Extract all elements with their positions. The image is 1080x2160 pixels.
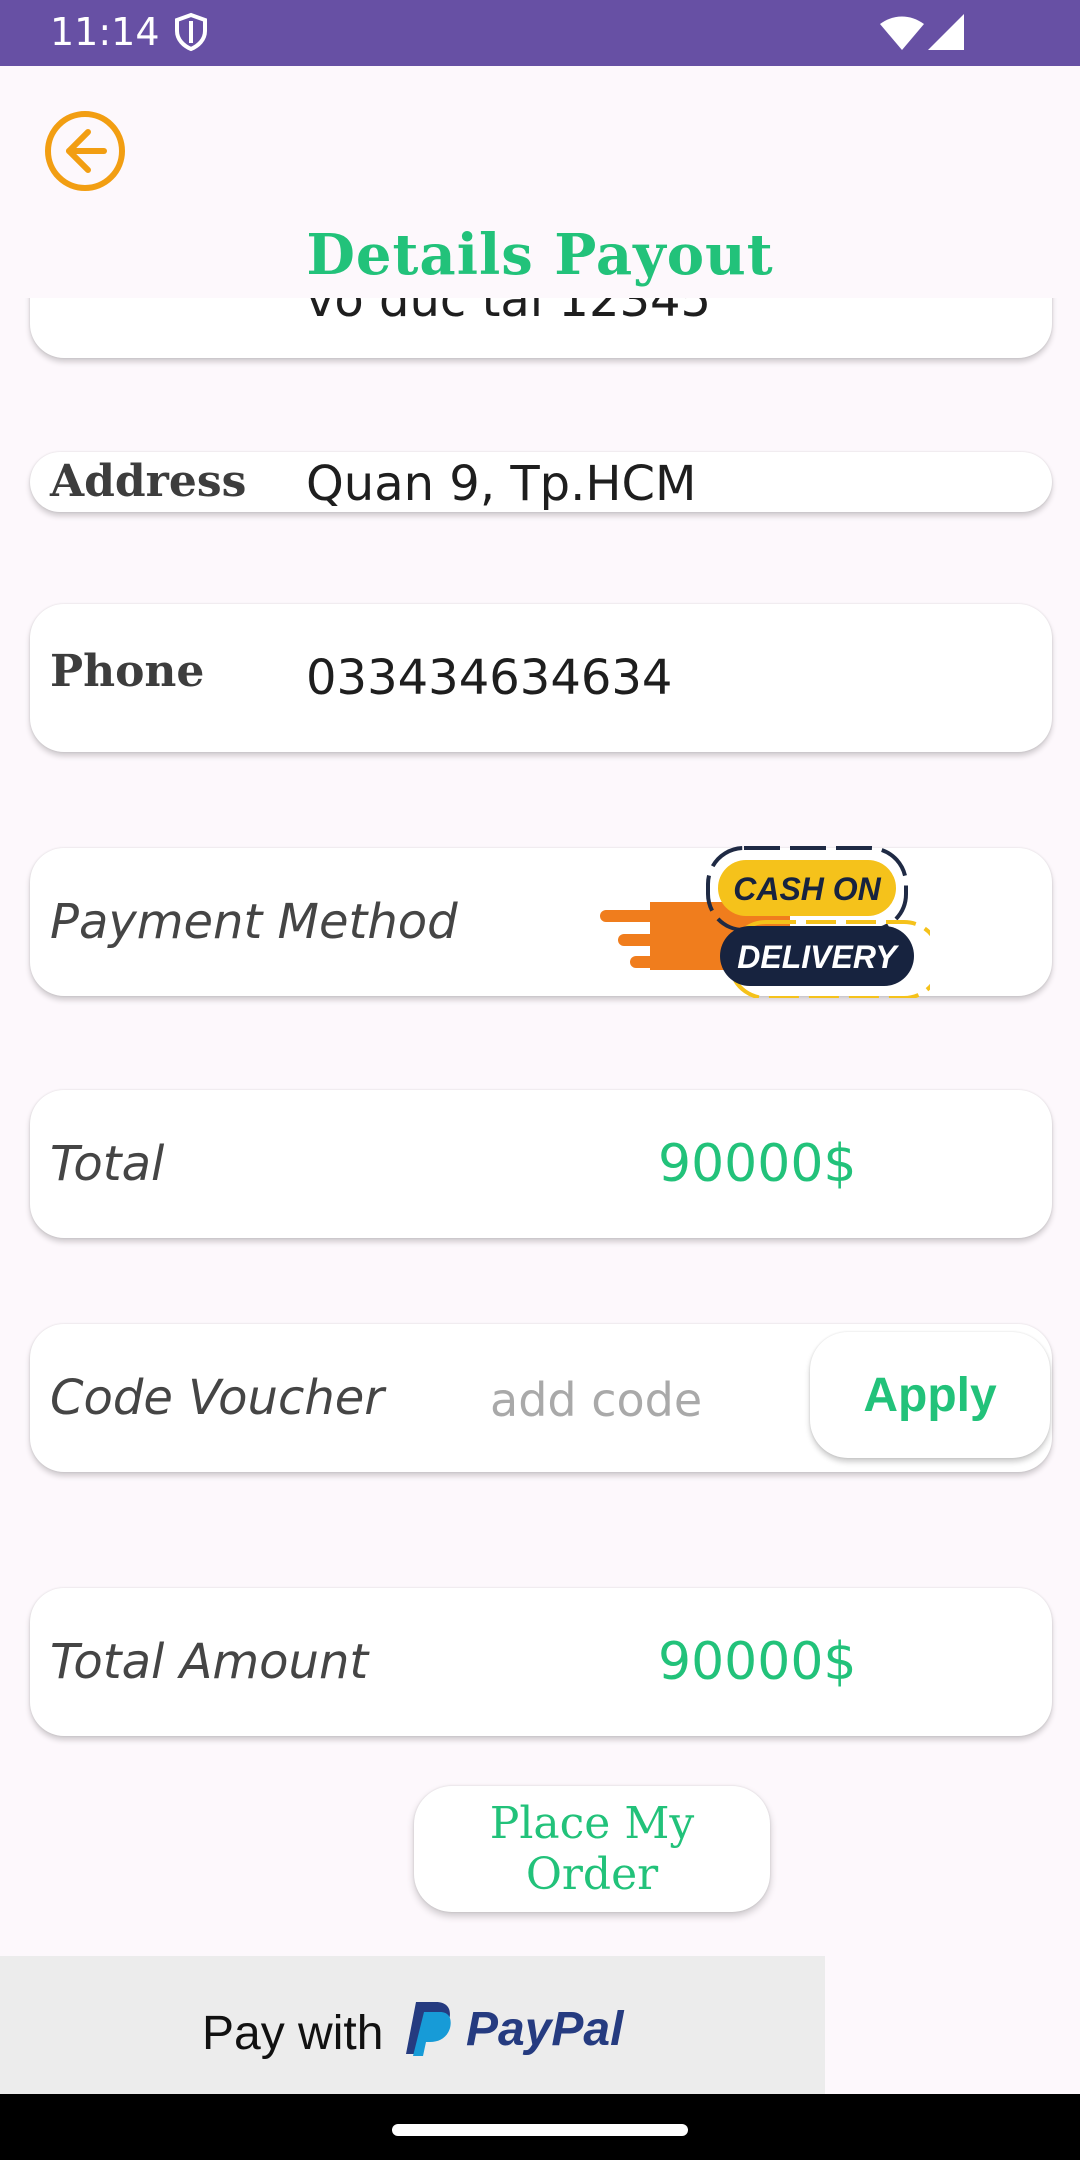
wifi-icon	[880, 16, 924, 50]
badge-line2: DELIVERY	[737, 939, 899, 975]
paypal-prefix: Pay with	[202, 2007, 384, 2060]
total-label: Total	[50, 1136, 165, 1192]
paypal-button[interactable]: Pay with PayPal	[0, 1956, 825, 2094]
name-card: vo duc tai 12345	[30, 298, 1052, 358]
address-label: Address	[50, 456, 247, 507]
phone-card: Phone 033434634634	[30, 604, 1052, 752]
back-arrow-icon[interactable]	[44, 110, 126, 192]
apply-voucher-button[interactable]: Apply	[810, 1332, 1050, 1458]
status-time: 11:14	[50, 10, 160, 54]
phone-label: Phone	[50, 646, 205, 697]
payment-method-label: Payment Method	[50, 894, 458, 950]
page-title: Details Payout	[306, 222, 774, 288]
details-scroll-area[interactable]: vo duc tai 12345 Address Quan 9, Tp.HCM …	[0, 298, 1080, 1956]
navigation-bar	[0, 2094, 1080, 2160]
shield-icon	[175, 12, 207, 52]
total-value: 90000$	[658, 1134, 857, 1194]
total-amount-label: Total Amount	[50, 1634, 369, 1690]
address-card: Address Quan 9, Tp.HCM	[30, 452, 1052, 512]
voucher-label: Code Voucher	[50, 1370, 385, 1426]
home-handle[interactable]	[392, 2124, 688, 2136]
signal-icon	[928, 14, 964, 50]
payment-method-card: Payment Method CASH ON DELIVERY	[30, 846, 1052, 998]
total-amount-value: 90000$	[658, 1632, 857, 1692]
total-amount-card: Total Amount 90000$	[30, 1588, 1052, 1736]
paypal-logo-icon	[406, 2002, 451, 2056]
badge-line1: CASH ON	[733, 871, 881, 907]
cash-on-delivery-logo: CASH ON DELIVERY	[600, 846, 930, 998]
name-value: vo duc tai 12345	[306, 298, 712, 328]
voucher-card: Code Voucher Apply	[30, 1324, 1052, 1472]
place-order-button[interactable]: Place My Order	[414, 1786, 770, 1912]
status-bar: 11:14	[0, 0, 1080, 66]
total-card: Total 90000$	[30, 1090, 1052, 1238]
voucher-code-input[interactable]	[490, 1368, 750, 1432]
phone-value: 033434634634	[306, 650, 673, 706]
address-value: Quan 9, Tp.HCM	[306, 456, 697, 512]
paypal-brand: PayPal	[466, 2003, 624, 2056]
